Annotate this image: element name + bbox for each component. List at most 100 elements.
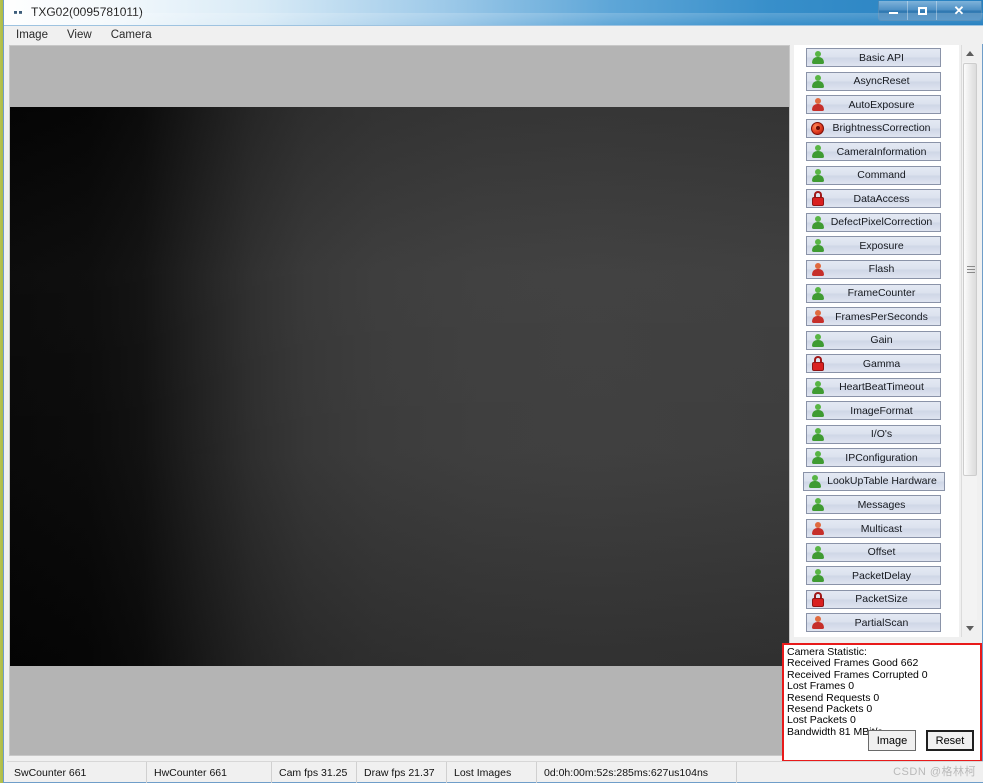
feature-button-label: Messages: [857, 498, 906, 511]
feature-button-brightnesscorrection[interactable]: BrightnessCorrection: [806, 118, 941, 138]
person-green-icon: [810, 286, 826, 301]
lock-red-icon: [810, 591, 826, 607]
feature-button-gamma[interactable]: Gamma: [806, 354, 941, 374]
feature-button-label: Gain: [870, 334, 893, 347]
feature-button-packetsize[interactable]: PacketSize: [806, 589, 941, 609]
feature-button-dataaccess[interactable]: DataAccess: [806, 189, 941, 209]
status-cell-4: Lost Images: [447, 762, 537, 783]
scroll-up-button[interactable]: [962, 45, 978, 62]
person-green-icon: [810, 215, 826, 230]
scrollbar-thumb[interactable]: [963, 63, 977, 476]
feature-button-label: LookUpTable Hardware: [827, 475, 937, 488]
feature-button-label: AsyncReset: [853, 75, 910, 88]
feature-button-framesperseconds[interactable]: FramesPerSeconds: [806, 307, 941, 327]
feature-button-packetdelay[interactable]: PacketDelay: [806, 566, 941, 586]
feature-button-command[interactable]: Command: [806, 165, 941, 185]
feature-button-gain[interactable]: Gain: [806, 330, 941, 350]
feature-button-label: BrightnessCorrection: [832, 122, 931, 135]
status-cell-1: HwCounter 661: [147, 762, 272, 783]
close-icon: ✕: [953, 3, 965, 18]
feature-list[interactable]: Basic API AsyncReset AutoExposure Brightnes…: [794, 45, 959, 637]
feature-button-label: Multicast: [860, 522, 903, 535]
person-green-icon: [810, 545, 826, 560]
maximize-button[interactable]: [908, 1, 937, 20]
image-button[interactable]: Image: [868, 730, 916, 751]
feature-button-flash[interactable]: Flash: [806, 259, 941, 279]
chevron-up-icon: [966, 51, 974, 56]
person-green-icon: [810, 74, 826, 89]
title-bar[interactable]: TXG02(0095781011) ✕: [4, 0, 983, 26]
feature-button-label: PacketSize: [855, 593, 908, 606]
feature-button-label: DefectPixelCorrection: [830, 216, 933, 229]
feature-button-multicast[interactable]: Multicast: [806, 519, 941, 538]
scroll-down-button[interactable]: [962, 620, 978, 637]
feature-button-basic-api[interactable]: Basic API: [806, 48, 941, 67]
person-green-icon: [810, 144, 826, 159]
minimize-button[interactable]: [879, 1, 908, 20]
feature-button-imageformat[interactable]: ImageFormat: [806, 401, 941, 421]
person-green-icon: [810, 333, 826, 348]
feature-button-asyncreset[interactable]: AsyncReset: [806, 71, 941, 91]
camera-statistic-panel: Camera Statistic: Received Frames Good 66…: [782, 643, 982, 762]
feature-button-camerainformation[interactable]: CameraInformation: [806, 142, 941, 162]
feature-button-label: Gamma: [862, 357, 901, 370]
person-green-icon: [807, 474, 823, 489]
feature-button-lookuptable-hardware[interactable]: LookUpTable Hardware: [803, 471, 945, 491]
camera-live-image: [10, 107, 789, 666]
feature-button-label: PacketDelay: [852, 569, 911, 582]
person-red-icon: [810, 309, 826, 324]
reset-button[interactable]: Reset: [926, 730, 974, 751]
feature-button-label: FramesPerSeconds: [835, 310, 928, 323]
watermark: CSDN @格林柯: [893, 766, 976, 778]
statistic-line: Lost Frames 0: [787, 680, 855, 693]
feature-button-label: Exposure: [859, 239, 904, 252]
person-red-icon: [810, 615, 826, 630]
feature-button-exposure[interactable]: Exposure: [806, 236, 941, 256]
feature-button-label: HeartBeatTimeout: [839, 381, 924, 394]
feature-button-heartbeattimeout[interactable]: HeartBeatTimeout: [806, 377, 941, 397]
feature-button-label: ImageFormat: [850, 404, 913, 417]
feature-button-messages[interactable]: Messages: [806, 495, 941, 515]
feature-button-partialscan[interactable]: PartialScan: [806, 613, 941, 633]
feature-button-ipconfiguration[interactable]: IPConfiguration: [806, 448, 941, 468]
person-red-icon: [810, 521, 826, 536]
feature-button-label: Basic API: [859, 51, 904, 64]
camera-statistic-text: Camera Statistic: Received Frames Good 66…: [787, 646, 928, 738]
feature-button-defectpixelcorrection[interactable]: DefectPixelCorrection: [806, 212, 941, 232]
feature-button-label: FrameCounter: [847, 287, 916, 299]
person-green-icon: [810, 50, 826, 65]
circle-red-icon: [810, 121, 826, 136]
menu-bar: Image View Camera: [4, 26, 983, 44]
scrollbar-grip-icon: [967, 265, 975, 274]
status-cell-3: Draw fps 21.37: [357, 762, 447, 783]
lock-red-icon: [810, 191, 826, 207]
status-cell-0: SwCounter 661: [7, 762, 147, 783]
window-controls: ✕: [878, 1, 982, 21]
window-title: TXG02(0095781011): [31, 5, 143, 19]
feature-button-i-o-s[interactable]: I/O's: [806, 424, 941, 444]
menu-item-camera[interactable]: Camera: [109, 28, 160, 43]
close-button[interactable]: ✕: [937, 1, 981, 20]
feature-button-label: IPConfiguration: [845, 451, 918, 464]
status-cell-2: Cam fps 31.25: [272, 762, 357, 783]
feature-button-label: Command: [857, 169, 906, 182]
maximize-icon: [917, 6, 927, 15]
lock-red-icon: [810, 356, 826, 372]
menu-item-image[interactable]: Image: [14, 28, 56, 43]
feature-button-offset[interactable]: Offset: [806, 542, 941, 562]
menu-item-view[interactable]: View: [65, 28, 100, 43]
feature-button-label: I/O's: [870, 428, 893, 441]
person-green-icon: [810, 450, 826, 465]
person-red-icon: [810, 97, 826, 112]
person-green-icon: [810, 568, 826, 583]
person-green-icon: [810, 497, 826, 512]
status-cell-5: 0d:0h:00m:52s:285ms:627us104ns: [537, 762, 737, 783]
person-green-icon: [810, 168, 826, 183]
feature-button-label: PartialScan: [854, 616, 909, 629]
person-green-icon: [810, 403, 826, 418]
feature-button-framecounter[interactable]: FrameCounter: [806, 283, 941, 303]
image-viewport[interactable]: [9, 45, 790, 756]
feature-button-autoexposure[interactable]: AutoExposure: [806, 95, 941, 115]
sidebar-scrollbar[interactable]: [961, 45, 978, 637]
person-red-icon: [810, 262, 826, 277]
